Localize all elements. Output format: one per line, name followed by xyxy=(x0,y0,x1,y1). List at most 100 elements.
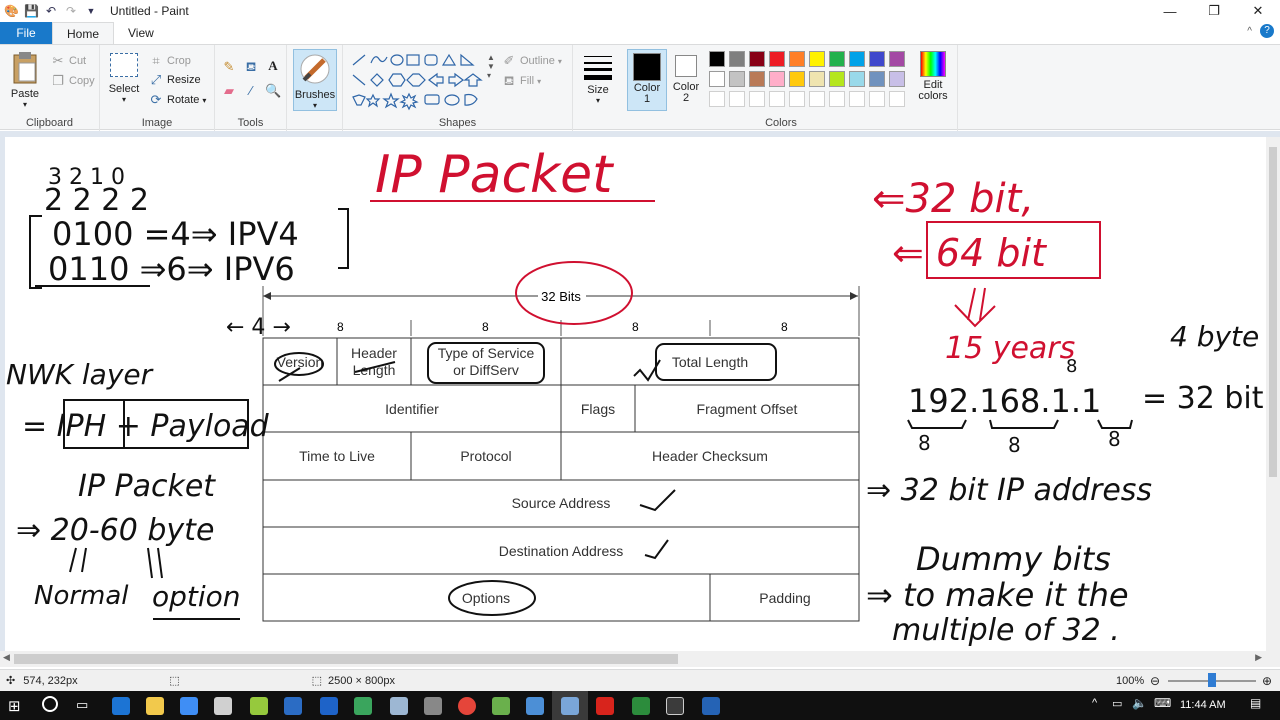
color-swatch[interactable] xyxy=(889,71,905,87)
paint-app-icon[interactable]: 🎨 xyxy=(4,4,19,18)
edit-colors-button[interactable]: Edit colors xyxy=(913,51,953,102)
custom-color-swatch[interactable] xyxy=(809,91,825,107)
volume-icon[interactable]: 🔈 xyxy=(1132,696,1147,710)
app-icon[interactable] xyxy=(390,697,408,715)
paste-button[interactable]: Paste ▾ xyxy=(6,51,44,109)
custom-color-swatch[interactable] xyxy=(729,91,745,107)
color-swatch[interactable] xyxy=(789,51,805,67)
custom-color-swatch[interactable] xyxy=(869,91,885,107)
app-icon[interactable] xyxy=(492,697,510,715)
color-picker-icon[interactable]: ⁄ xyxy=(243,83,259,99)
color-swatch[interactable] xyxy=(769,51,785,67)
file-explorer-icon[interactable] xyxy=(146,697,164,715)
app-icon[interactable] xyxy=(424,697,442,715)
app-icon[interactable] xyxy=(250,697,268,715)
color-swatch[interactable] xyxy=(809,71,825,87)
network-icon[interactable]: ▭ xyxy=(1112,697,1122,710)
zoom-slider-thumb[interactable] xyxy=(1208,673,1216,687)
app-icon[interactable] xyxy=(284,697,302,715)
zoom-out-icon[interactable]: ⊖ xyxy=(1150,674,1160,688)
custom-color-swatch[interactable] xyxy=(789,91,805,107)
custom-color-swatch[interactable] xyxy=(749,91,765,107)
crop-button[interactable]: ⌗ Crop xyxy=(148,53,191,69)
help-icon[interactable]: ? xyxy=(1260,24,1274,38)
tray-overflow-icon[interactable]: ^ xyxy=(1092,697,1097,709)
collapse-ribbon-icon[interactable]: ^ xyxy=(1247,26,1252,37)
zoom-in-icon[interactable]: ⊕ xyxy=(1262,674,1272,688)
color2-button[interactable]: Color 2 xyxy=(668,49,704,111)
brushes-button[interactable]: Brushes ▾ xyxy=(293,49,337,111)
customize-qat-icon[interactable]: ▼ xyxy=(84,4,98,18)
edge-icon[interactable] xyxy=(112,697,130,715)
color-swatch[interactable] xyxy=(749,71,765,87)
scroll-right-icon[interactable]: ▶ xyxy=(1255,652,1262,663)
app-icon[interactable] xyxy=(702,697,720,715)
minimize-button[interactable]: — xyxy=(1148,0,1192,22)
horizontal-scrollbar[interactable]: ◀ ▶ xyxy=(0,651,1280,667)
color-swatch[interactable] xyxy=(849,51,865,67)
clock[interactable]: 11:44 AM xyxy=(1180,699,1226,711)
maximize-button[interactable]: ❐ xyxy=(1192,0,1236,22)
color-swatch[interactable] xyxy=(829,51,845,67)
app-icon[interactable] xyxy=(320,697,338,715)
scroll-left-icon[interactable]: ◀ xyxy=(3,652,10,663)
save-icon[interactable]: 💾 xyxy=(24,4,39,18)
drawing-canvas[interactable]: 32 Bits 8 8 8 8 Version Header Length Ty… xyxy=(5,137,1267,651)
resize-button[interactable]: ⤢ Resize xyxy=(148,72,201,88)
color-swatch[interactable] xyxy=(829,71,845,87)
custom-color-swatch[interactable] xyxy=(829,91,845,107)
chrome-icon[interactable] xyxy=(458,697,476,715)
select-button[interactable]: Select ▾ xyxy=(106,53,142,104)
color-swatch[interactable] xyxy=(709,51,725,67)
vertical-scrollbar[interactable] xyxy=(1266,137,1280,651)
color-swatch[interactable] xyxy=(729,71,745,87)
tab-file[interactable]: File xyxy=(0,22,52,44)
color-swatch[interactable] xyxy=(749,51,765,67)
outline-button[interactable]: ✐ Outline ▾ xyxy=(501,53,562,69)
notifications-icon[interactable]: ▤ xyxy=(1250,696,1261,710)
color-swatch[interactable] xyxy=(869,51,885,67)
color-swatch[interactable] xyxy=(729,51,745,67)
tab-home[interactable]: Home xyxy=(52,22,115,44)
app-icon[interactable] xyxy=(666,697,684,715)
color-swatch[interactable] xyxy=(869,71,885,87)
redo-icon[interactable]: ↷ xyxy=(64,4,78,18)
app-icon[interactable] xyxy=(632,697,650,715)
store-icon[interactable] xyxy=(180,697,198,715)
undo-icon[interactable]: ↶ xyxy=(44,4,58,18)
cut-button[interactable]: ✂ Cut xyxy=(50,53,87,69)
color-swatch[interactable] xyxy=(769,71,785,87)
horizontal-scroll-thumb[interactable] xyxy=(14,654,678,664)
fill-bucket-icon[interactable]: ⛾ xyxy=(243,59,259,75)
close-button[interactable]: ✕ xyxy=(1236,0,1280,22)
pencil-icon[interactable]: ✎ xyxy=(221,59,237,75)
app-icon[interactable] xyxy=(526,697,544,715)
custom-color-swatch[interactable] xyxy=(709,91,725,107)
custom-color-swatch[interactable] xyxy=(849,91,865,107)
shapes-gallery[interactable] xyxy=(349,51,494,113)
input-icon[interactable]: ⌨ xyxy=(1154,696,1171,710)
color-swatch[interactable] xyxy=(809,51,825,67)
fill-button[interactable]: ⛾ Fill ▾ xyxy=(501,73,541,89)
paint-taskbar-icon[interactable] xyxy=(561,697,579,715)
magnifier-icon[interactable]: 🔍 xyxy=(265,83,281,99)
custom-color-swatch[interactable] xyxy=(889,91,905,107)
rotate-button[interactable]: ⟳ Rotate ▾ xyxy=(148,92,207,108)
app-icon[interactable] xyxy=(354,697,372,715)
shapes-scroll-icon[interactable]: ▲ ▼ ▾ xyxy=(487,53,495,80)
eraser-icon[interactable]: ▰ xyxy=(221,83,237,99)
custom-color-swatch[interactable] xyxy=(769,91,785,107)
color-swatch[interactable] xyxy=(709,71,725,87)
vertical-scroll-thumb[interactable] xyxy=(1269,147,1277,477)
search-icon[interactable] xyxy=(42,696,58,712)
start-icon[interactable]: ⊞ xyxy=(8,697,21,715)
tab-view[interactable]: View xyxy=(114,22,168,44)
task-view-icon[interactable]: ▭ xyxy=(76,697,88,713)
text-icon[interactable]: A xyxy=(265,58,281,74)
color-swatch[interactable] xyxy=(789,71,805,87)
color-swatch[interactable] xyxy=(889,51,905,67)
app-icon[interactable] xyxy=(214,697,232,715)
color1-button[interactable]: Color 1 xyxy=(627,49,667,111)
color-swatch[interactable] xyxy=(849,71,865,87)
copy-button[interactable]: ❐ Copy xyxy=(50,73,95,89)
